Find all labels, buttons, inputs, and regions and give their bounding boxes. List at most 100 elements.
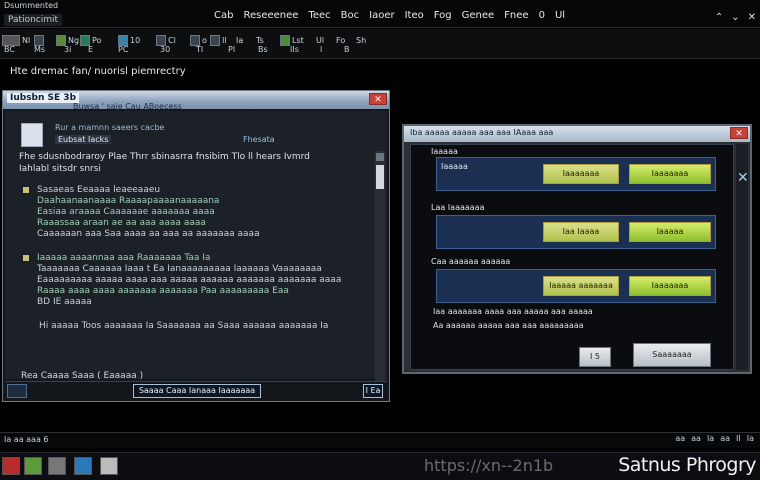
window-icon bbox=[118, 34, 128, 46]
dialog-note: Iaa aaaaaaa aaaa aaa aaaaa aaa aaaaa bbox=[433, 307, 593, 316]
toolbar-item[interactable]: BC bbox=[4, 45, 15, 54]
editor-tool-button[interactable]: Eubsat Iacks bbox=[55, 135, 112, 144]
window-titlebar[interactable]: Iubsbn SE 3b Buwsa ' saie Cau ABoecess ✕ bbox=[3, 91, 389, 111]
taskbar: https://xn--2n1b Satnus Phrogry bbox=[0, 452, 760, 480]
text-line: BD IE aaaaa bbox=[37, 297, 92, 307]
group-caption: Iaaaaa bbox=[441, 162, 468, 171]
status-field[interactable]: Saaaa Caaa Ianaaa Iaaaaaaa bbox=[133, 384, 261, 398]
path-label: Hte dremac fan/ nuorisl piemrectry bbox=[10, 66, 186, 77]
menu-item[interactable]: Reseeenee bbox=[243, 10, 298, 21]
window-controls: ⌃ ⌄ ✕ bbox=[715, 12, 756, 23]
app-icon[interactable] bbox=[48, 457, 66, 475]
dialog-body: Iaaaaa Iaaaaa Iaaaaaaa Iaaaaaaa Laa Iaaa… bbox=[410, 144, 734, 370]
toolbar-item[interactable]: Pl bbox=[228, 45, 235, 54]
start-icon[interactable] bbox=[2, 457, 20, 475]
option-button[interactable]: Iaaaaaaa bbox=[543, 164, 619, 184]
status-item[interactable]: aa bbox=[691, 434, 701, 443]
toolbar-item[interactable]: Ms bbox=[34, 45, 45, 54]
status-item[interactable]: Ia bbox=[747, 434, 754, 443]
bullet-icon bbox=[23, 255, 29, 261]
apply-button[interactable]: Saaaaaaa bbox=[633, 343, 711, 367]
editor-tool-link[interactable]: Fhesata bbox=[243, 135, 275, 144]
dialog-titlebar[interactable]: Iba aaaaa aaaaa aaa aaa IAaaa aaa bbox=[404, 126, 750, 142]
toolbar-item[interactable]: Bs bbox=[258, 45, 268, 54]
close-icon[interactable]: ✕ bbox=[748, 12, 756, 23]
editor-heading: Fhe sdusnbodraroy Plae Thrr sbinasrra fn… bbox=[19, 151, 361, 175]
status-item[interactable]: aa bbox=[720, 434, 730, 443]
toolbar-item[interactable]: IIs bbox=[290, 45, 299, 54]
small-button[interactable]: I 5 bbox=[579, 347, 611, 367]
text-section-3: Hi aaaaa Toos aaaaaaa Ia Saaaaaaa aa Saa… bbox=[23, 321, 363, 332]
text-line: Hi aaaaa Toos aaaaaaa Ia Saaaaaaa aa Saa… bbox=[39, 321, 329, 331]
menu-item[interactable]: Fnee bbox=[504, 10, 528, 21]
window-tabs[interactable]: Buwsa ' saie Cau ABoecess bbox=[73, 102, 182, 111]
option-group-3: Iaaaaa aaaaaaa Iaaaaaaa bbox=[436, 269, 716, 303]
app-icon[interactable] bbox=[100, 457, 118, 475]
image-icon bbox=[56, 34, 66, 46]
menu-item[interactable]: Teec bbox=[308, 10, 330, 21]
menu-item[interactable]: Iteo bbox=[405, 10, 424, 21]
text-line: Caaaaaan aaa Saa aaaa aa aaa aa aaaaaaa … bbox=[37, 229, 260, 239]
text-line: Sasaeas Eeaaaa leaeeaaeu bbox=[37, 185, 161, 195]
toolbar-item[interactable]: 3i bbox=[64, 45, 71, 54]
app-icon[interactable] bbox=[74, 457, 92, 475]
watermark-text: https://xn--2n1b bbox=[424, 456, 554, 475]
app-icon[interactable] bbox=[24, 457, 42, 475]
doc-icon bbox=[34, 34, 44, 46]
minimize-icon[interactable]: ⌃ bbox=[715, 12, 723, 23]
scroll-thumb[interactable] bbox=[376, 165, 384, 189]
option-group-1: Iaaaaa Iaaaaaaa Iaaaaaaa bbox=[436, 157, 716, 191]
heading-line: Fhe sdusnbodraroy Plae Thrr sbinasrra fn… bbox=[19, 152, 310, 162]
close-icon[interactable]: ✕ bbox=[730, 127, 748, 139]
text-line: Easiaa araaaa Caaaaaae aaaaaaa aaaa bbox=[37, 207, 215, 217]
close-icon[interactable]: ✕ bbox=[369, 93, 387, 105]
status-item[interactable]: Ia bbox=[707, 434, 714, 443]
option-button[interactable]: Iaa Iaaaa bbox=[543, 222, 619, 242]
editor-tool-label[interactable]: Rur a mamnn saeers cacbe bbox=[55, 123, 164, 132]
vertical-scrollbar[interactable] bbox=[375, 151, 385, 399]
status-button[interactable] bbox=[7, 384, 27, 398]
group-label: Laa Iaaaaaaa bbox=[431, 203, 485, 212]
window-title: Iubsbn SE 3b bbox=[7, 93, 80, 103]
group-label: Iaaaaa bbox=[431, 147, 458, 156]
toolbar-item[interactable]: l bbox=[320, 45, 322, 54]
scroll-up-icon[interactable] bbox=[376, 153, 384, 161]
toolbar-item[interactable]: 30 bbox=[160, 45, 170, 54]
cut-icon bbox=[156, 34, 166, 46]
menu-item[interactable]: Fog bbox=[434, 10, 452, 21]
menu-item[interactable]: 0 bbox=[539, 10, 545, 21]
restore-icon[interactable]: ⌄ bbox=[731, 12, 739, 23]
toolbar-item[interactable]: Tl bbox=[196, 45, 203, 54]
app-title: Dsummented bbox=[4, 1, 59, 10]
menu-item[interactable]: Boc bbox=[341, 10, 359, 21]
document-icon bbox=[21, 123, 43, 147]
option-button[interactable]: Iaaaaaaa bbox=[629, 164, 711, 184]
toolbar-item[interactable]: PC bbox=[118, 45, 128, 54]
text-line: Raaassaa araan ae aa aaa aaaa aaaa bbox=[37, 218, 206, 228]
status-item[interactable]: II bbox=[736, 434, 741, 443]
toolbar-row-2: BC Ms 3i E PC 30 Tl Pl Bs IIs l B bbox=[0, 45, 380, 57]
option-button[interactable]: Iaaaaa aaaaaaa bbox=[543, 276, 619, 296]
status-text: Ia aa aaa 6 bbox=[4, 435, 49, 444]
editor-toolbar: Rur a mamnn saeers cacbe Eubsat Iacks Fh… bbox=[17, 119, 367, 149]
text-line: Daahaanaanaaaa Raaaapaaaanaaaaana bbox=[37, 196, 220, 206]
text-section-2: Iaaaaa aaaannaa aaa Raaaaaaa Taa Ia Taaa… bbox=[23, 253, 363, 308]
toolbar-item[interactable]: E bbox=[88, 45, 93, 54]
toolbar-item[interactable]: B bbox=[344, 45, 350, 54]
dialog-scrollbar[interactable]: ✕ bbox=[736, 144, 749, 370]
text-line: Iaaaaa aaaannaa aaa Raaaaaaa Taa Ia bbox=[37, 253, 211, 263]
option-button[interactable]: Iaaaaaaa bbox=[629, 276, 711, 296]
menu-item[interactable]: Cab bbox=[214, 10, 233, 21]
undo-icon bbox=[280, 34, 290, 46]
menu-item[interactable]: Ul bbox=[555, 10, 565, 21]
option-button[interactable]: Iaaaaa bbox=[629, 222, 711, 242]
page-indicator[interactable]: I Ea bbox=[363, 384, 383, 398]
option-group-2: Iaa Iaaaa Iaaaaa bbox=[436, 215, 716, 249]
grid-icon bbox=[80, 34, 90, 46]
close-x-icon[interactable]: ✕ bbox=[737, 170, 749, 186]
dialog-title: Iba aaaaa aaaaa aaa aaa IAaaa aaa bbox=[410, 128, 554, 137]
menu-item[interactable]: Iaoer bbox=[369, 10, 394, 21]
menu-item[interactable]: Genee bbox=[462, 10, 495, 21]
group-label: Caa aaaaaa aaaaaa bbox=[431, 257, 511, 266]
status-item[interactable]: aa bbox=[675, 434, 685, 443]
